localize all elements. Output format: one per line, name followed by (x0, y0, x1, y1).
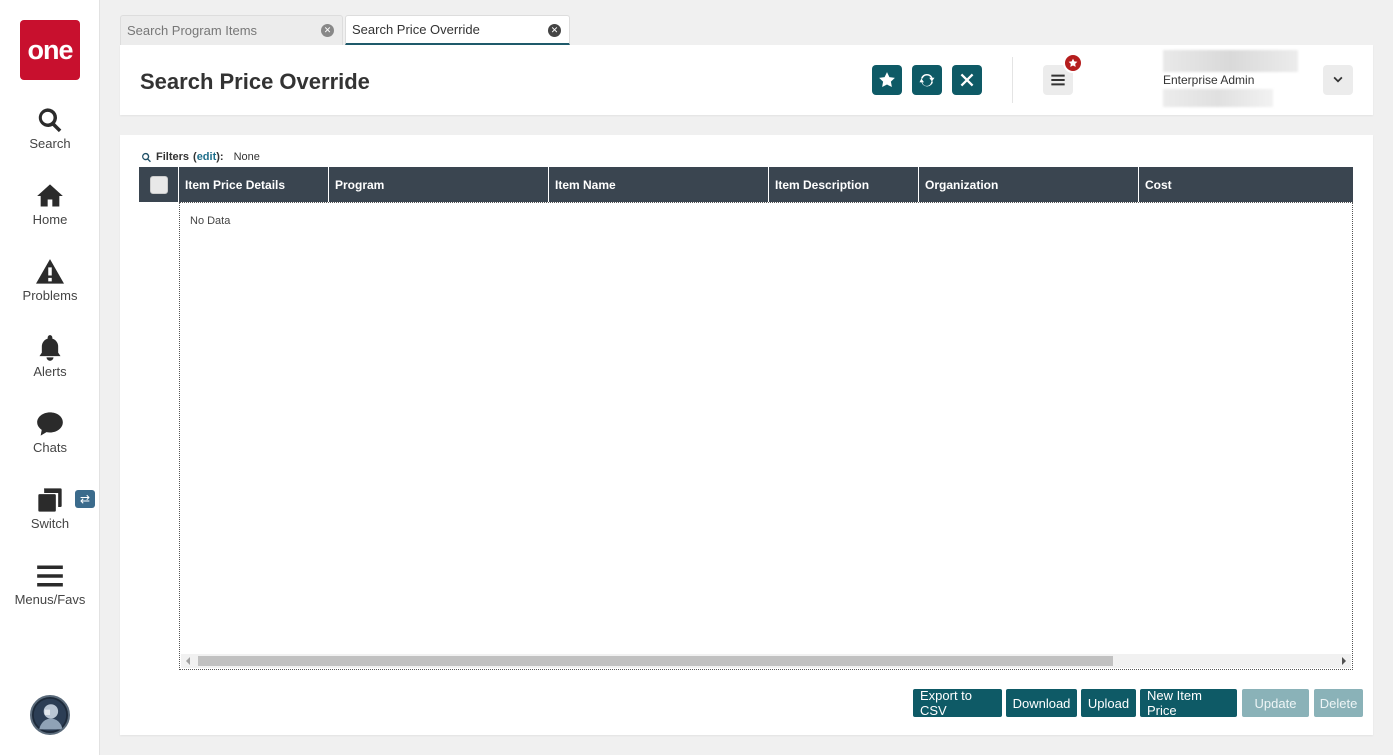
grid-body: No Data (179, 202, 1353, 670)
close-page-button[interactable] (952, 65, 982, 95)
user-name-redacted (1163, 50, 1298, 72)
empty-message: No Data (190, 215, 231, 227)
bell-icon (39, 335, 61, 361)
grid-header: Item Price Details Program Item Name Ite… (139, 167, 1353, 202)
filters-bar: Filters (edit): None (141, 151, 260, 163)
hamburger-menu-icon (1051, 74, 1065, 86)
sidebar-item-menus-favs[interactable]: Menus/Favs (0, 562, 100, 622)
sidebar-item-label: Problems (22, 288, 78, 303)
sidebar-item-label: Chats (33, 440, 67, 455)
filters-edit-link[interactable]: edit (197, 151, 217, 163)
column-header-cost[interactable]: Cost (1139, 167, 1353, 202)
user-avatar-icon (33, 698, 67, 732)
chevron-down-icon (1333, 76, 1343, 83)
sidebar-item-label: Menus/Favs (14, 592, 86, 607)
scrollbar-thumb[interactable] (198, 656, 1113, 666)
column-header-program[interactable]: Program (329, 167, 549, 202)
tab-search-program-items[interactable]: Search Program Items ✕ (120, 15, 343, 45)
switch-windows-icon (38, 488, 62, 512)
filters-value: None (233, 151, 260, 163)
user-role: Enterprise Admin (1163, 73, 1255, 87)
refresh-button[interactable] (912, 65, 942, 95)
hamburger-menu-icon (37, 565, 63, 587)
download-button[interactable]: Download (1006, 689, 1077, 717)
upload-button[interactable]: Upload (1081, 689, 1136, 717)
close-icon (960, 73, 974, 87)
chat-bubble-icon (37, 412, 63, 436)
page-title: Search Price Override (140, 69, 370, 94)
select-all-cell (139, 167, 179, 202)
sidebar-item-label: Home (32, 212, 68, 227)
delete-button[interactable]: Delete (1314, 689, 1363, 717)
warning-icon (36, 259, 64, 284)
column-header-item-description[interactable]: Item Description (769, 167, 919, 202)
horizontal-scrollbar[interactable] (181, 654, 1351, 668)
user-menu-dropdown[interactable] (1323, 65, 1353, 95)
column-header-organization[interactable]: Organization (919, 167, 1139, 202)
user-org-redacted (1163, 89, 1273, 107)
filters-label: Filters (156, 151, 190, 163)
scroll-left-arrow-icon[interactable] (186, 657, 190, 665)
app-logo[interactable]: one (20, 20, 80, 80)
header-divider (1012, 57, 1013, 103)
sidebar-item-chats[interactable]: Chats (0, 410, 100, 470)
sidebar-item-label: Alerts (33, 364, 67, 379)
sidebar: one Search Home Problems Alerts Chats Sw… (0, 0, 100, 755)
select-all-checkbox[interactable] (149, 175, 168, 194)
sidebar-item-label: Switch (30, 516, 70, 531)
sidebar-item-problems[interactable]: Problems (0, 258, 100, 318)
column-header-item-name[interactable]: Item Name (549, 167, 769, 202)
close-icon[interactable]: ✕ (548, 24, 561, 37)
tab-label: Search Program Items (127, 23, 258, 38)
page-header: Search Price Override Enterprise Admin (120, 45, 1373, 115)
favorite-button[interactable] (872, 65, 902, 95)
sidebar-item-search[interactable]: Search (0, 106, 100, 166)
new-item-price-button[interactable]: New Item Price (1140, 688, 1237, 718)
sidebar-item-home[interactable]: Home (0, 182, 100, 242)
favorites-badge[interactable] (1063, 53, 1083, 73)
star-icon (879, 72, 895, 88)
close-icon[interactable]: ✕ (321, 24, 334, 37)
update-button[interactable]: Update (1242, 689, 1309, 717)
sidebar-item-alerts[interactable]: Alerts (0, 334, 100, 394)
switch-arrows-icon[interactable]: ⇄ (75, 490, 95, 508)
home-icon (37, 184, 63, 207)
search-icon (38, 108, 62, 133)
tab-label: Search Price Override (352, 22, 480, 37)
export-csv-button[interactable]: Export to CSV (913, 688, 1002, 718)
results-panel: Filters (edit): None Item Price Details … (120, 135, 1373, 735)
sidebar-item-label: Search (29, 136, 71, 151)
avatar[interactable] (30, 695, 70, 735)
scroll-right-arrow-icon[interactable] (1342, 657, 1346, 665)
tab-search-price-override[interactable]: Search Price Override ✕ (345, 15, 570, 45)
column-header-item-price-details[interactable]: Item Price Details (179, 167, 329, 202)
star-icon (1068, 58, 1078, 67)
refresh-icon (919, 73, 935, 87)
search-icon (142, 152, 151, 162)
logo-text: one (27, 34, 73, 65)
